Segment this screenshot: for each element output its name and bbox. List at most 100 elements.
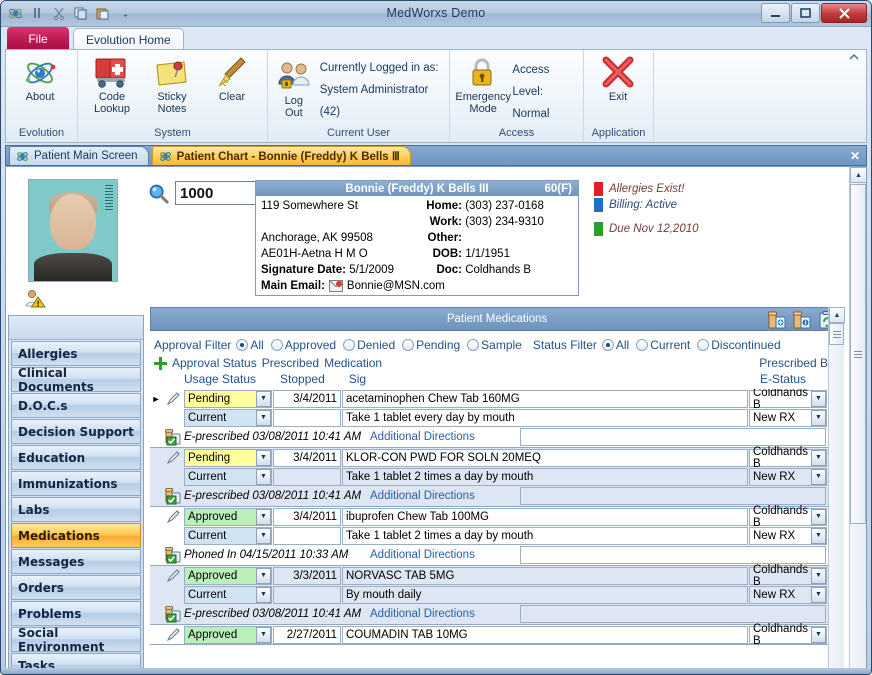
col-stopped[interactable]: Stopped xyxy=(280,372,325,386)
maximize-button[interactable] xyxy=(791,3,820,23)
col-prescribed[interactable]: Prescribed xyxy=(262,356,319,370)
usage-status-dropdown[interactable]: Current ▼ xyxy=(184,585,272,604)
scrollbar-thumb[interactable] xyxy=(829,323,844,345)
medication-name-cell[interactable]: ibuprofen Chew Tab 100MG xyxy=(342,507,748,526)
sidebar-item-messages[interactable]: Messages xyxy=(11,549,141,574)
chevron-down-icon[interactable]: ▼ xyxy=(811,390,826,407)
prescribed-date-cell[interactable]: 3/4/2011 xyxy=(273,507,341,526)
edit-pencil-icon[interactable] xyxy=(162,627,184,642)
additional-directions-field[interactable] xyxy=(520,428,826,446)
medication-name-cell[interactable]: KLOR-CON PWD FOR SOLN 20MEQ xyxy=(342,448,748,467)
stopped-date-cell[interactable] xyxy=(273,526,341,545)
clear-button[interactable]: Clear xyxy=(202,53,262,105)
col-sig[interactable]: Sig xyxy=(349,372,366,386)
additional-directions-field[interactable] xyxy=(520,605,826,623)
e-status-dropdown[interactable]: New RX ▼ xyxy=(749,585,827,604)
minimize-button[interactable] xyxy=(761,3,790,23)
sig-cell[interactable]: Take 1 tablet 2 times a day by mouth xyxy=(342,467,748,486)
table-row[interactable]: ► Pending ▼ 3/4/2011 acetaminophen Chew … xyxy=(150,389,828,448)
edit-pencil-icon[interactable] xyxy=(162,509,184,524)
edit-pencil-icon[interactable] xyxy=(162,568,184,583)
col-approval-status[interactable]: Approval Status xyxy=(172,356,257,370)
chevron-down-icon[interactable]: ▼ xyxy=(256,527,271,544)
sidebar-item-orders[interactable]: Orders xyxy=(11,575,141,600)
stopped-date-cell[interactable] xyxy=(273,585,341,604)
edit-pencil-icon[interactable] xyxy=(162,450,184,465)
e-status-dropdown[interactable]: New RX ▼ xyxy=(749,526,827,545)
chevron-down-icon[interactable]: ▼ xyxy=(811,468,826,485)
sidebar-item-medications[interactable]: Medications xyxy=(11,523,141,548)
email-envelope-icon[interactable] xyxy=(328,280,343,292)
add-row-plus-icon[interactable] xyxy=(154,356,167,370)
col-prescribed-by[interactable]: Prescribed By xyxy=(759,356,834,370)
sig-cell[interactable]: By mouth daily xyxy=(342,585,748,604)
medication-name-cell[interactable]: NORVASC TAB 5MG xyxy=(342,566,748,585)
sidebar-item-labs[interactable]: Labs xyxy=(11,497,141,522)
sig-cell[interactable]: Take 1 tablet 2 times a day by mouth xyxy=(342,526,748,545)
table-row[interactable]: Approved ▼ 3/3/2011 NORVASC TAB 5MG Cold… xyxy=(150,564,828,625)
chevron-down-icon[interactable]: ▼ xyxy=(811,409,826,426)
sidebar-item-problems[interactable]: Problems xyxy=(11,601,141,626)
approval-status-dropdown[interactable]: Approved ▼ xyxy=(184,625,272,644)
status-filter-all[interactable]: All xyxy=(601,338,629,352)
chevron-down-icon[interactable]: ▼ xyxy=(811,508,826,525)
tab-evolution-home[interactable]: Evolution Home xyxy=(73,28,184,50)
e-status-dropdown[interactable]: New RX ▼ xyxy=(749,467,827,486)
flag-due[interactable]: Due Nov 12,2010 xyxy=(594,221,699,237)
approval-status-dropdown[interactable]: Pending ▼ xyxy=(184,448,272,467)
col-e-status[interactable]: E-Status xyxy=(760,372,806,386)
chevron-down-icon[interactable]: ▼ xyxy=(256,567,271,584)
additional-directions-link[interactable]: Additional Directions xyxy=(370,490,520,502)
exit-button[interactable]: Exit xyxy=(588,53,648,105)
code-lookup-button[interactable]: Code Lookup xyxy=(82,53,142,117)
patient-id-input[interactable]: 1000 xyxy=(175,181,257,205)
sidebar-item-decision-support[interactable]: Decision Support xyxy=(11,419,141,444)
chevron-down-icon[interactable]: ▼ xyxy=(256,449,271,466)
stopped-date-cell[interactable] xyxy=(273,408,341,427)
additional-directions-link[interactable]: Additional Directions xyxy=(370,431,520,443)
col-medication[interactable]: Medication xyxy=(324,356,382,370)
doc-tab-patient-main-screen[interactable]: Patient Main Screen xyxy=(9,146,149,165)
chevron-down-icon[interactable]: ▼ xyxy=(256,390,271,407)
chevron-down-icon[interactable]: ▼ xyxy=(256,586,271,603)
prescribed-date-cell[interactable]: 3/3/2011 xyxy=(273,566,341,585)
scroll-up-button[interactable]: ▲ xyxy=(850,167,866,183)
prescribed-date-cell[interactable]: 3/4/2011 xyxy=(273,389,341,408)
flag-allergies[interactable]: Allergies Exist! xyxy=(594,181,699,197)
sig-cell[interactable]: Take 1 tablet every day by mouth xyxy=(342,408,748,427)
doc-tab-patient-chart[interactable]: Patient Chart - Bonnie (Freddy) K Bells … xyxy=(151,146,411,165)
chevron-down-icon[interactable]: ▼ xyxy=(256,508,271,525)
scrollbar-thumb[interactable] xyxy=(850,184,866,524)
about-button[interactable]: About xyxy=(10,53,70,105)
log-out-button[interactable]: Log Out xyxy=(272,57,316,121)
medication-name-cell[interactable]: acetaminophen Chew Tab 160MG xyxy=(342,389,748,408)
chevron-down-icon[interactable]: ▼ xyxy=(811,527,826,544)
prescribed-by-dropdown[interactable]: Coldhands B ▼ xyxy=(749,564,827,588)
table-row[interactable]: Pending ▼ 3/4/2011 KLOR-CON PWD FOR SOLN… xyxy=(150,446,828,507)
prescribed-by-dropdown[interactable]: Coldhands B ▼ xyxy=(749,623,827,647)
approval-status-dropdown[interactable]: Pending ▼ xyxy=(184,389,272,408)
add-medication-icon[interactable] xyxy=(767,310,787,330)
emergency-mode-button[interactable]: Emergency Mode xyxy=(454,53,512,117)
chevron-down-icon[interactable]: ▼ xyxy=(811,449,826,466)
approval-filter-denied[interactable]: Denied xyxy=(343,338,395,352)
usage-status-dropdown[interactable]: Current ▼ xyxy=(184,526,272,545)
additional-directions-field[interactable] xyxy=(520,487,826,505)
e-status-dropdown[interactable]: New RX ▼ xyxy=(749,408,827,427)
medications-scrollbar[interactable]: ▲ ▼ xyxy=(828,307,845,674)
approval-filter-sample[interactable]: Sample xyxy=(467,338,522,352)
prescribed-by-dropdown[interactable]: Coldhands B ▼ xyxy=(749,505,827,529)
sticky-notes-button[interactable]: Sticky Notes xyxy=(142,53,202,117)
table-row[interactable]: Approved ▼ 2/27/2011 COUMADIN TAB 10MG C… xyxy=(150,623,828,647)
medication-name-cell[interactable]: COUMADIN TAB 10MG xyxy=(342,625,748,644)
table-row[interactable]: Approved ▼ 3/4/2011 ibuprofen Chew Tab 1… xyxy=(150,505,828,566)
approval-filter-all[interactable]: All xyxy=(236,338,264,352)
sidebar-item-social-environment[interactable]: Social Environment xyxy=(11,626,141,654)
close-document-tab-button[interactable]: ✕ xyxy=(850,149,860,163)
sidebar-item-docs[interactable]: D.O.C.s xyxy=(11,393,141,418)
additional-directions-link[interactable]: Additional Directions xyxy=(370,549,520,561)
close-button[interactable] xyxy=(821,3,867,23)
sidebar-item-education[interactable]: Education xyxy=(11,445,141,470)
sidebar-item-immunizations[interactable]: Immunizations xyxy=(11,471,141,496)
sidebar-item-clinical-documents[interactable]: Clinical Documents xyxy=(11,366,141,394)
